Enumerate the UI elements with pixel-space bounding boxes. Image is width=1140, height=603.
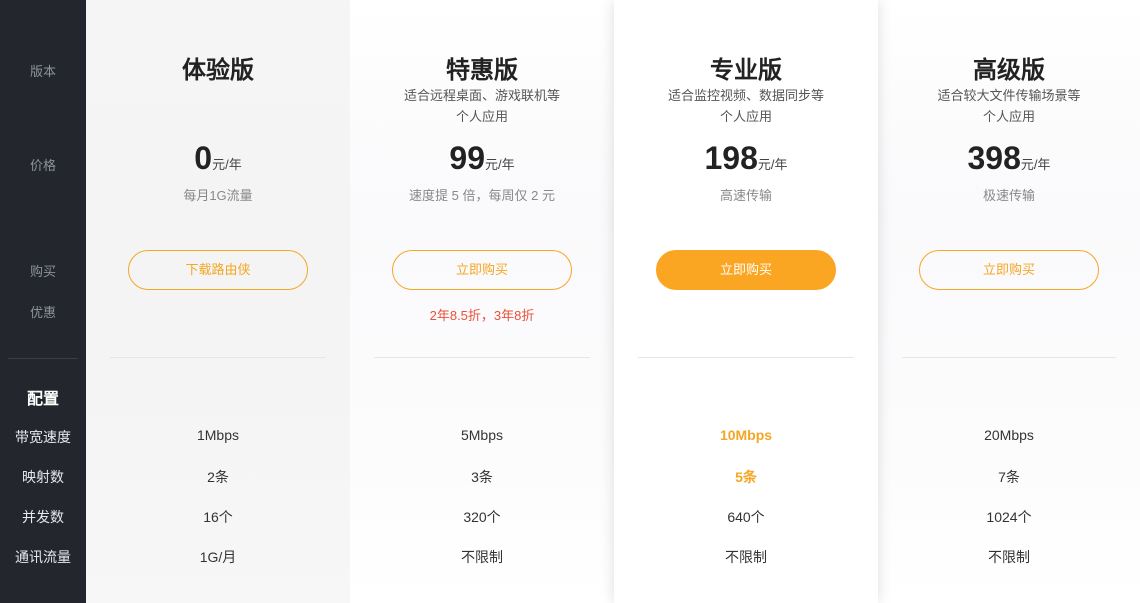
- plan-description: 适合监控视频、数据同步等 个人应用: [614, 85, 878, 127]
- price-value: 398: [967, 140, 1021, 176]
- plan-price: 398元/年: [878, 140, 1140, 177]
- plan-price: 198元/年: [614, 140, 878, 177]
- spec-bandwidth: 1Mbps: [196, 427, 240, 443]
- price-unit: 元/年: [1020, 157, 1051, 172]
- sidebar-item-version: 版本: [29, 64, 56, 79]
- plan-description-line: 个人应用: [719, 109, 772, 124]
- spec-mappings: 3条: [471, 469, 493, 485]
- plan-name: 体验版: [182, 57, 254, 84]
- promo-text: 2年8.5折，3年8折: [429, 308, 535, 323]
- spec-concurrency: 320个: [463, 509, 501, 525]
- buy-now-button[interactable]: 立即购买: [919, 250, 1099, 290]
- plan-card-trial: 体验版 0元/年 每月1G流量 下载路由侠 1Mbps 2条 16个 1G/月: [86, 0, 350, 603]
- plan-description-line: 适合监控视频、数据同步等: [667, 88, 824, 103]
- spec-traffic: 不限制: [725, 549, 767, 565]
- plan-card-discount: 特惠版 适合远程桌面、游戏联机等 个人应用 99元/年 速度提 5 倍，每周仅 …: [350, 0, 614, 603]
- price-subtitle: 每月1G流量: [183, 188, 253, 203]
- plan-name: 特惠版: [446, 57, 518, 84]
- price-value: 198: [704, 140, 758, 176]
- spec-traffic: 1G/月: [199, 549, 237, 565]
- plan-name: 专业版: [710, 57, 782, 84]
- plan-divider: [638, 357, 854, 358]
- spec-traffic: 不限制: [461, 549, 503, 565]
- plan-card-pro: 专业版 适合监控视频、数据同步等 个人应用 198元/年 高速传输 立即购买 1…: [614, 0, 878, 603]
- spec-mappings: 5条: [735, 469, 757, 485]
- plan-name: 高级版: [973, 57, 1045, 84]
- sidebar: 版本 价格 购买 优惠 配置 带宽速度 映射数 并发数 通讯流量: [0, 0, 86, 603]
- price-subtitle: 极速传输: [982, 188, 1035, 203]
- plan-divider: [902, 357, 1116, 358]
- sidebar-row-bandwidth: 带宽速度: [15, 429, 71, 445]
- plan-divider: [374, 357, 590, 358]
- spec-concurrency: 16个: [203, 509, 233, 525]
- spec-bandwidth: 20Mbps: [984, 427, 1034, 443]
- plan-description-line: 个人应用: [982, 109, 1035, 124]
- spec-concurrency: 1024个: [986, 509, 1032, 525]
- plan-description: 适合远程桌面、游戏联机等 个人应用: [350, 85, 614, 127]
- price-value: 0: [194, 140, 213, 176]
- price-subtitle: 速度提 5 倍，每周仅 2 元: [409, 188, 555, 203]
- sidebar-row-mappings: 映射数: [22, 469, 64, 485]
- buy-now-button[interactable]: 立即购买: [392, 250, 572, 290]
- sidebar-row-traffic: 通讯流量: [15, 549, 71, 565]
- price-value: 99: [449, 140, 485, 176]
- sidebar-item-discount: 优惠: [29, 305, 56, 320]
- plan-description-line: 个人应用: [455, 109, 508, 124]
- sidebar-item-purchase: 购买: [29, 264, 56, 279]
- plan-card-advanced: 高级版 适合较大文件传输场景等 个人应用 398元/年 极速传输 立即购买 20…: [878, 0, 1140, 603]
- plan-divider: [110, 357, 326, 358]
- plan-description: 适合较大文件传输场景等 个人应用: [878, 85, 1140, 127]
- plan-price: 99元/年: [350, 140, 614, 177]
- sidebar-row-concurrency: 并发数: [22, 509, 64, 525]
- price-unit: 元/年: [757, 157, 788, 172]
- spec-traffic: 不限制: [988, 549, 1030, 565]
- sidebar-item-price: 价格: [29, 158, 56, 173]
- download-button[interactable]: 下载路由侠: [128, 250, 308, 290]
- spec-bandwidth: 5Mbps: [460, 427, 504, 443]
- spec-concurrency: 640个: [727, 509, 765, 525]
- sidebar-divider: [8, 358, 78, 359]
- spec-bandwidth: 10Mbps: [719, 427, 773, 443]
- plan-price: 0元/年: [86, 140, 350, 177]
- spec-mappings: 2条: [207, 469, 229, 485]
- buy-now-button[interactable]: 立即购买: [656, 250, 836, 290]
- plan-description-line: 适合较大文件传输场景等: [937, 88, 1081, 103]
- sidebar-config-heading: 配置: [26, 391, 59, 408]
- price-unit: 元/年: [212, 157, 242, 172]
- price-subtitle: 高速传输: [719, 188, 772, 203]
- spec-mappings: 7条: [998, 469, 1020, 485]
- plan-description-line: 适合远程桌面、游戏联机等: [403, 88, 560, 103]
- price-unit: 元/年: [484, 157, 515, 172]
